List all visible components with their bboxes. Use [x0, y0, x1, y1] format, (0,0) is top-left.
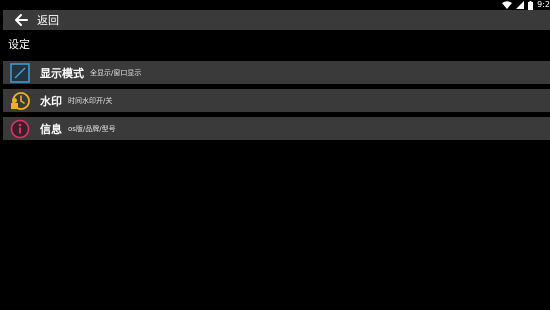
back-label: 返回	[37, 14, 59, 27]
settings-item-title: 显示模式	[40, 66, 84, 80]
back-button[interactable]: 返回	[3, 10, 59, 30]
settings-item-title: 水印	[40, 94, 62, 108]
settings-item-subtitle: os版/品牌/型号	[68, 124, 116, 133]
settings-item-subtitle: 全显示/窗口显示	[90, 68, 142, 77]
status-time: 9:2	[537, 0, 550, 9]
battery-icon	[528, 0, 534, 10]
signal-icon	[516, 1, 525, 9]
app-bar: 返回	[3, 10, 550, 30]
status-icons: 9:2	[502, 0, 550, 10]
info-icon	[10, 119, 30, 139]
display-mode-icon	[10, 62, 30, 83]
section-title: 设定	[8, 38, 30, 51]
settings-item-subtitle: 时间水印开/关	[68, 96, 113, 105]
status-bar: 9:2	[0, 0, 550, 10]
settings-item-watermark[interactable]: 水印 时间水印开/关	[3, 89, 550, 112]
arrow-left-icon	[15, 14, 28, 26]
settings-list: 显示模式 全显示/窗口显示 水印 时间水印开/关 信息 os版/品牌/型号	[3, 61, 550, 145]
watermark-icon	[10, 91, 30, 111]
wifi-icon	[502, 1, 513, 9]
settings-item-display-mode[interactable]: 显示模式 全显示/窗口显示	[3, 61, 550, 84]
settings-item-title: 信息	[40, 122, 62, 136]
settings-item-info[interactable]: 信息 os版/品牌/型号	[3, 117, 550, 140]
